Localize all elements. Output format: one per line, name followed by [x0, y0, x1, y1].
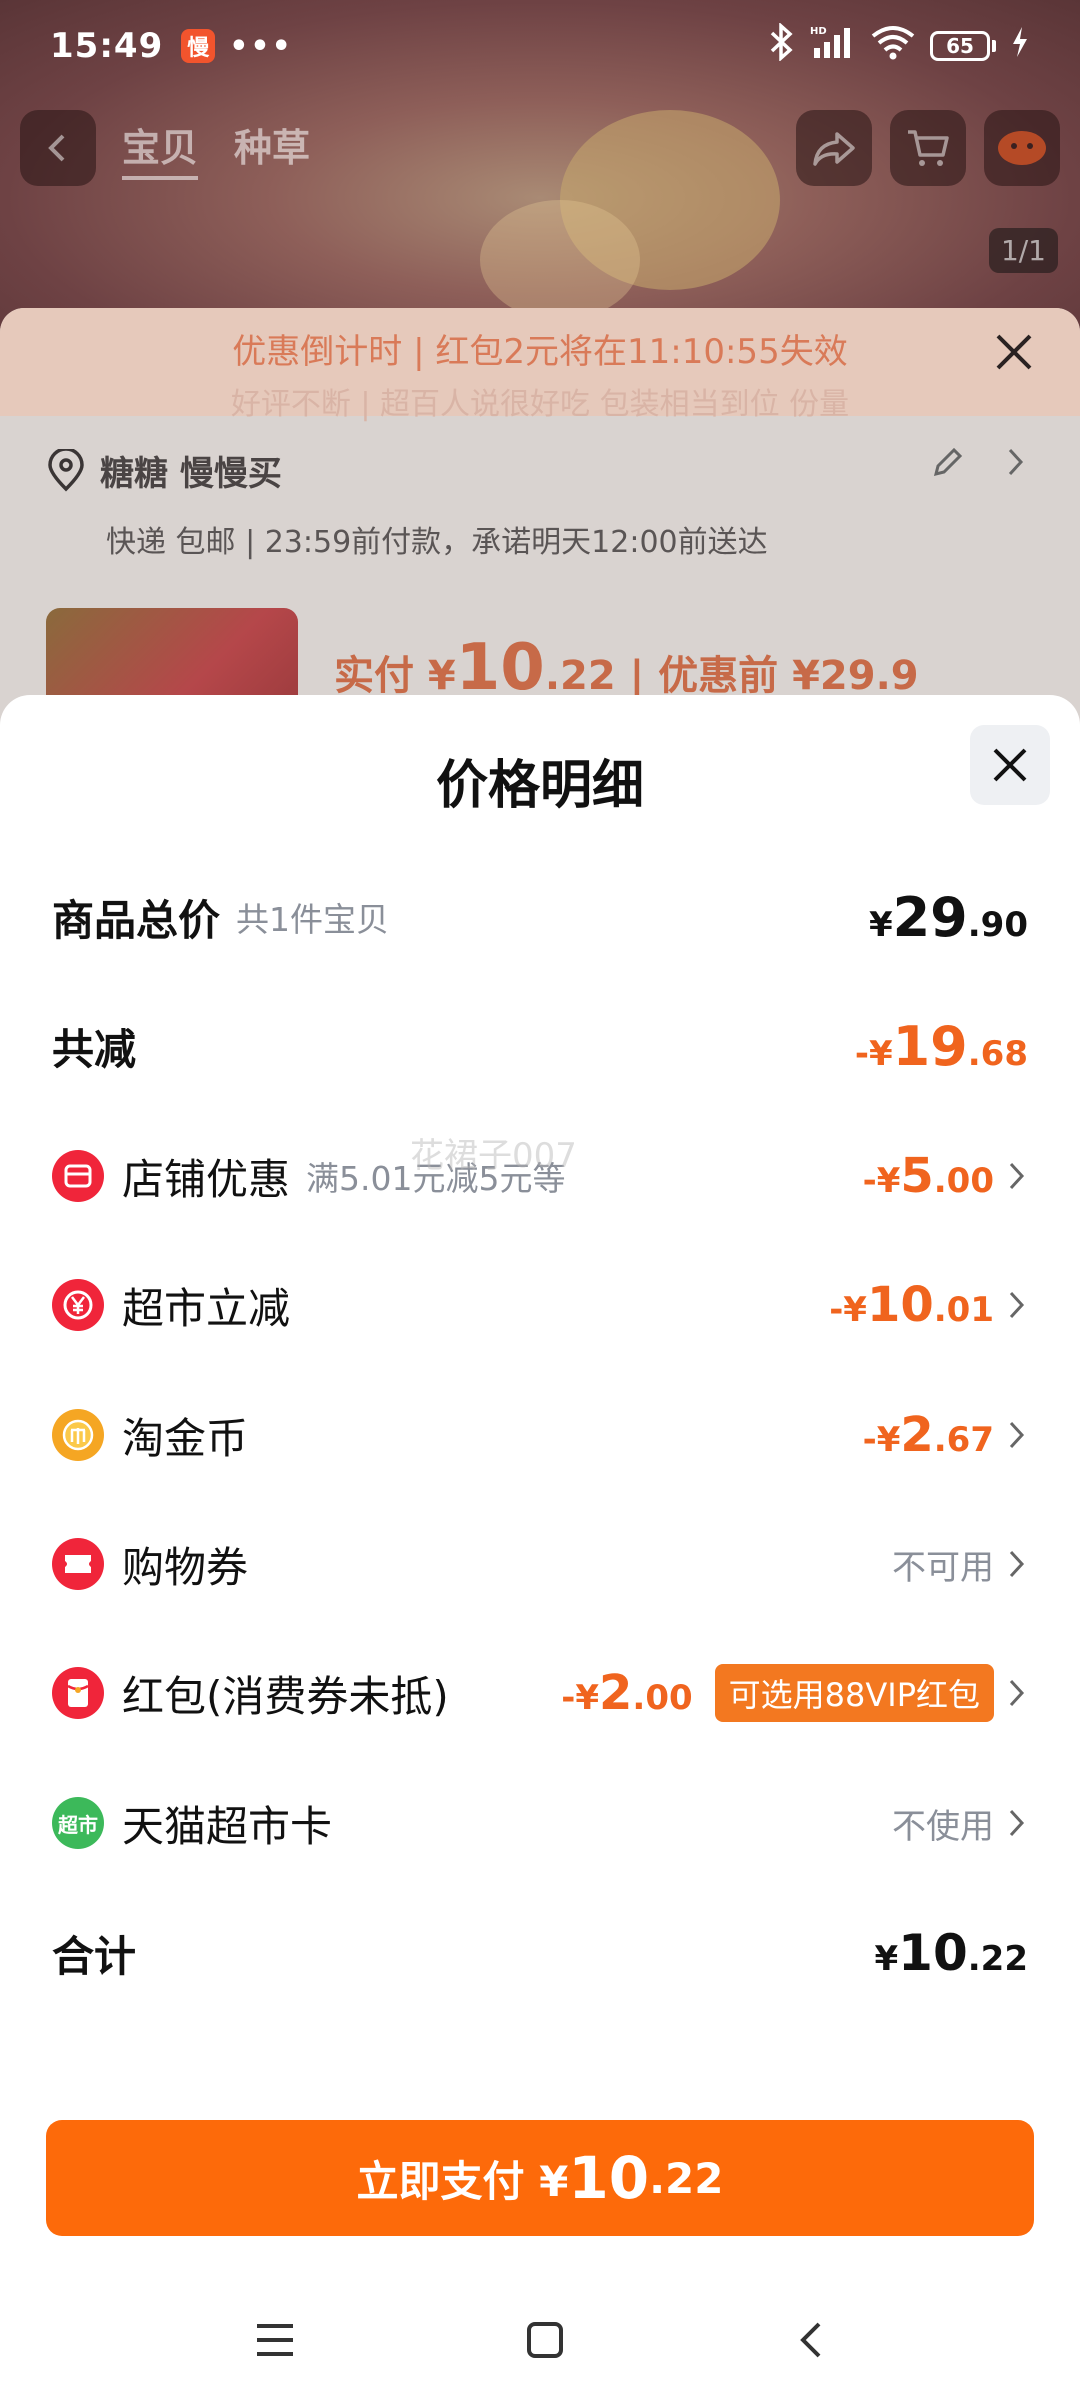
discount-yen-icon	[52, 1279, 104, 1331]
countdown-text: 优惠倒计时 | 红包2元将在11:10:55失效	[232, 332, 848, 372]
red-packet-amount: -¥2.00	[561, 1665, 693, 1721]
close-order-button[interactable]	[994, 332, 1034, 376]
shop-icon	[52, 1150, 104, 1202]
sum-amount: ¥10.22	[874, 1924, 1029, 1982]
total-price-amount: ¥29.90	[868, 885, 1028, 949]
chevron-right-icon	[1008, 448, 1024, 476]
pay-now-button[interactable]: 立即支付 ¥10.22	[46, 2120, 1034, 2236]
address-name: 糖糖 慢慢买	[100, 454, 282, 494]
pay-amount-integer: 10	[568, 2144, 650, 2212]
voucher-label: 购物券	[122, 1542, 249, 1592]
signal-icon: HD	[810, 24, 856, 69]
total-price-label: 商品总价	[52, 895, 221, 945]
market-card-status: 不使用	[892, 1806, 994, 1847]
app-notification-icon: 慢	[181, 29, 216, 63]
market-discount-amount: -¥10.01	[829, 1277, 994, 1333]
chevron-right-icon	[1000, 1544, 1034, 1584]
chevron-right-icon	[1000, 1156, 1034, 1196]
paid-label: 实付 ¥	[334, 653, 456, 699]
close-button[interactable]	[970, 725, 1050, 805]
paid-amount-integer: 10	[455, 631, 545, 705]
coin-label: 淘金币	[122, 1413, 249, 1463]
chevron-right-icon	[1000, 1285, 1034, 1325]
battery-level: 65	[946, 34, 974, 58]
row-market-card[interactable]: 超市 天猫超市卡 不使用	[52, 1778, 1028, 1868]
wifi-icon	[870, 24, 916, 69]
market-card-label: 天猫超市卡	[122, 1801, 333, 1851]
battery-icon: 65	[930, 31, 996, 61]
bluetooth-icon	[766, 21, 796, 70]
more-notifications-icon: •••	[229, 28, 293, 64]
share-icon	[813, 132, 855, 166]
share-button[interactable]	[796, 110, 872, 186]
red-packet-icon	[52, 1667, 104, 1719]
market-card-icon: 超市	[52, 1797, 104, 1849]
delivery-info: 快递 包邮 | 23:59前付款，承诺明天12:00前送达	[106, 525, 768, 560]
shop-discount-amount: -¥5.00	[862, 1148, 994, 1204]
back-button[interactable]	[20, 110, 96, 186]
image-counter: 1/1	[988, 228, 1058, 273]
vip-red-packet-badge[interactable]: 可选用88VIP红包	[714, 1664, 994, 1722]
menu-icon[interactable]	[255, 2322, 295, 2358]
coin-amount: -¥2.67	[862, 1407, 994, 1463]
reduction-amount: -¥19.68	[854, 1014, 1028, 1078]
pay-label: 立即支付 ¥	[356, 2156, 569, 2206]
location-icon	[48, 448, 84, 491]
row-market-discount[interactable]: 超市立减 -¥10.01	[52, 1260, 1028, 1350]
back-arrow-icon	[48, 134, 65, 162]
svg-text:HD: HD	[810, 26, 827, 37]
watermark: 花裙子007	[410, 1136, 577, 1176]
row-sum: 合计 ¥10.22	[52, 1908, 1028, 1998]
voucher-status: 不可用	[892, 1547, 994, 1588]
countdown-banner: 优惠倒计时 | 红包2元将在11:10:55失效 好评不断 | 超百人说很好吃 …	[0, 308, 1080, 422]
cart-icon	[908, 130, 949, 166]
status-bar: 15:49 慢 ••• HD 65	[0, 0, 1080, 92]
shop-discount-label: 店铺优惠	[122, 1154, 291, 1204]
before-discount-label: | 优惠前 ¥29.9	[615, 653, 919, 699]
row-total-reduction: 共减 -¥19.68	[52, 1001, 1028, 1091]
red-packet-label: 红包(消费券未抵)	[122, 1671, 449, 1721]
status-time: 15:49	[50, 26, 164, 66]
paid-amount-decimal: .22	[544, 653, 616, 699]
sheet-title: 价格明细	[435, 756, 644, 816]
pay-amount-decimal: .22	[649, 2153, 724, 2203]
coin-icon	[52, 1409, 104, 1461]
sum-label: 合计	[52, 1931, 137, 1981]
chevron-right-icon	[1000, 1415, 1034, 1455]
address-block[interactable]: 糖糖 慢慢买 快递 包邮 | 23:59前付款，承诺明天12:00前送达	[0, 416, 1080, 561]
reduction-label: 共减	[52, 1024, 137, 1074]
ticket-icon	[52, 1538, 104, 1590]
edit-icon[interactable]	[930, 444, 966, 480]
row-total-price: 商品总价 共1件宝贝 ¥29.90	[52, 872, 1028, 962]
charging-icon	[1010, 25, 1030, 68]
market-discount-label: 超市立减	[122, 1283, 291, 1333]
row-voucher[interactable]: 购物券 不可用	[52, 1519, 1028, 1609]
tab-recommend[interactable]: 种草	[234, 117, 310, 180]
product-nav-bar: 宝贝 种草	[0, 100, 1080, 196]
chevron-right-icon	[1000, 1673, 1034, 1713]
close-icon	[993, 748, 1027, 782]
home-icon[interactable]	[525, 2320, 565, 2360]
chevron-right-icon	[1000, 1803, 1034, 1843]
item-count: 共1件宝贝	[236, 900, 390, 939]
cart-button[interactable]	[890, 110, 966, 186]
back-icon[interactable]	[795, 2320, 825, 2360]
more-button[interactable]	[984, 110, 1060, 186]
tab-product[interactable]: 宝贝	[122, 117, 199, 180]
order-confirm-sheet: 优惠倒计时 | 红包2元将在11:10:55失效 好评不断 | 超百人说很好吃 …	[0, 308, 1080, 728]
close-icon	[996, 334, 1032, 370]
row-coin[interactable]: 淘金币 -¥2.67	[52, 1390, 1028, 1480]
mascot-icon	[998, 131, 1046, 165]
system-nav-bar	[0, 2300, 1080, 2380]
row-red-packet[interactable]: 红包(消费券未抵) -¥2.00 可选用88VIP红包	[52, 1648, 1028, 1738]
